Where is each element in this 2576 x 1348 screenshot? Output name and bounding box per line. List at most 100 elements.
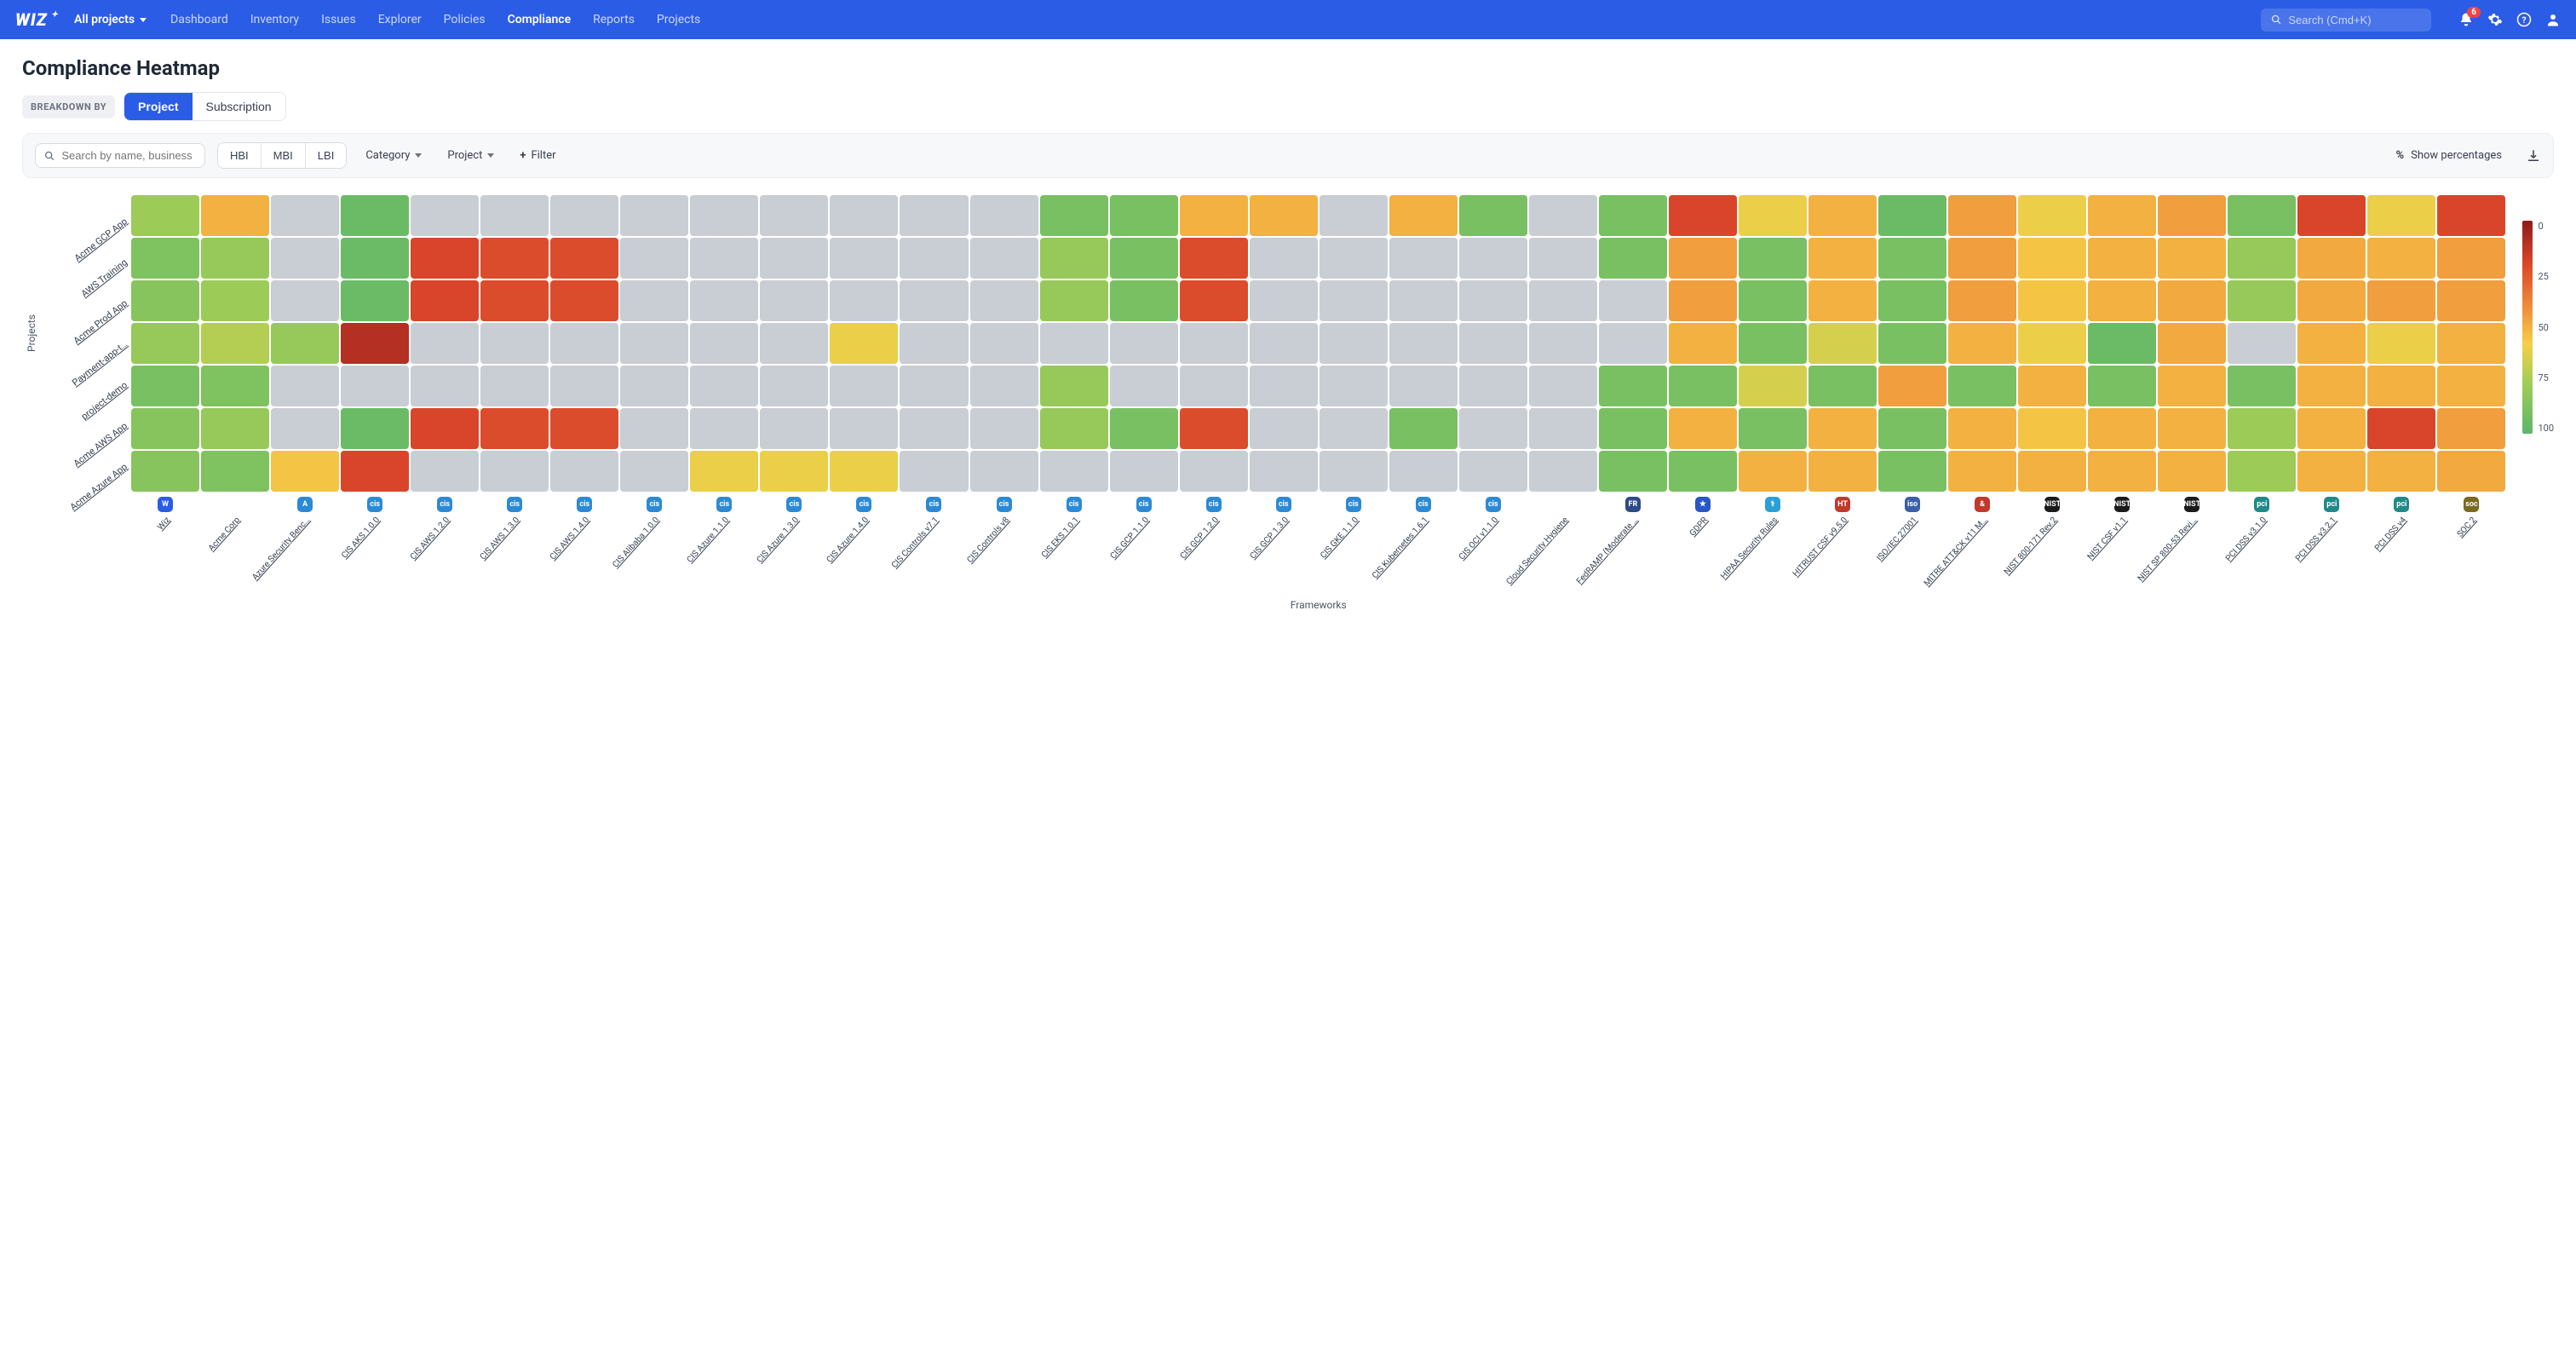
heatmap-cell[interactable] <box>2367 195 2435 236</box>
heatmap-cell[interactable] <box>201 366 269 406</box>
heatmap-cell[interactable] <box>900 366 968 406</box>
heatmap-cell[interactable] <box>480 280 549 321</box>
heatmap-cell[interactable] <box>2018 323 2086 364</box>
heatmap-cell[interactable] <box>2228 238 2296 279</box>
heatmap-cell[interactable] <box>480 408 549 449</box>
heatmap-cell[interactable] <box>1808 366 1877 406</box>
heatmap-cell[interactable] <box>1948 280 2016 321</box>
heatmap-cell[interactable] <box>1250 280 1318 321</box>
heatmap-cell[interactable] <box>760 451 828 492</box>
framework-column[interactable]: Acme Corp <box>201 492 269 514</box>
heatmap-cell[interactable] <box>1599 238 1667 279</box>
heatmap-cell[interactable] <box>830 451 898 492</box>
heatmap-cell[interactable] <box>690 238 758 279</box>
user-menu[interactable] <box>2545 12 2561 27</box>
heatmap-cell[interactable] <box>1040 451 1108 492</box>
framework-label[interactable]: Azure Security Benc… <box>250 516 312 582</box>
heatmap-cell[interactable] <box>1040 323 1108 364</box>
heatmap-cell[interactable] <box>2158 366 2226 406</box>
heatmap-cell[interactable] <box>830 323 898 364</box>
heatmap-cell[interactable] <box>1808 195 1877 236</box>
heatmap-cell[interactable] <box>131 323 199 364</box>
heatmap-cell[interactable] <box>411 238 479 279</box>
heatmap-cell[interactable] <box>760 366 828 406</box>
heatmap-cell[interactable] <box>1389 451 1458 492</box>
heatmap-cell[interactable] <box>271 408 339 449</box>
heatmap-cell[interactable] <box>2018 195 2086 236</box>
framework-column[interactable]: HTHITRUST CSF v9.5.0 <box>1808 492 1877 514</box>
heatmap-cell[interactable] <box>2018 280 2086 321</box>
framework-column[interactable]: cisCIS GCP 1.2.0 <box>1180 492 1248 514</box>
heatmap-cell[interactable] <box>1529 280 1597 321</box>
heatmap-cell[interactable] <box>1040 408 1108 449</box>
heatmap-cell[interactable] <box>2367 451 2435 492</box>
heatmap-cell[interactable] <box>1739 195 1807 236</box>
heatmap-cell[interactable] <box>760 323 828 364</box>
heatmap-cell[interactable] <box>1948 323 2016 364</box>
heatmap-cell[interactable] <box>1250 451 1318 492</box>
heatmap-cell[interactable] <box>1808 238 1877 279</box>
heatmap-cell[interactable] <box>2367 280 2435 321</box>
heatmap-cell[interactable] <box>900 195 968 236</box>
heatmap-search-input[interactable] <box>61 149 196 162</box>
heatmap-cell[interactable] <box>1459 366 1527 406</box>
heatmap-cell[interactable] <box>690 408 758 449</box>
framework-column[interactable]: pciPCI DSS v3.2.1 <box>2297 492 2366 514</box>
nav-projects[interactable]: Projects <box>657 13 700 26</box>
framework-column[interactable]: WWiz <box>131 492 199 514</box>
heatmap-cell[interactable] <box>2437 366 2505 406</box>
heatmap-cell[interactable] <box>271 195 339 236</box>
framework-label[interactable]: CIS EKS 1.0.1 <box>1039 516 1080 560</box>
framework-label[interactable]: NIST 800-171 Rev.2 <box>2003 516 2059 577</box>
heatmap-cell[interactable] <box>1599 451 1667 492</box>
heatmap-cell[interactable] <box>1040 238 1108 279</box>
nav-compliance[interactable]: Compliance <box>508 13 572 26</box>
heatmap-cell[interactable] <box>1250 238 1318 279</box>
heatmap-cell[interactable] <box>620 323 688 364</box>
heatmap-cell[interactable] <box>620 195 688 236</box>
heatmap-cell[interactable] <box>760 408 828 449</box>
heatmap-cell[interactable] <box>970 408 1038 449</box>
heatmap-cell[interactable] <box>1599 366 1667 406</box>
heatmap-cell[interactable] <box>480 323 549 364</box>
heatmap-cell[interactable] <box>480 195 549 236</box>
heatmap-cell[interactable] <box>1599 280 1667 321</box>
heatmap-cell[interactable] <box>2437 451 2505 492</box>
heatmap-cell[interactable] <box>1669 280 1737 321</box>
heatmap-cell[interactable] <box>1808 451 1877 492</box>
framework-column[interactable]: cisCIS Controls v7.1 <box>900 492 968 514</box>
heatmap-cell[interactable] <box>970 280 1038 321</box>
heatmap-cell[interactable] <box>131 451 199 492</box>
framework-column[interactable]: ★GDPR <box>1669 492 1737 514</box>
heatmap-cell[interactable] <box>2018 451 2086 492</box>
heatmap-cell[interactable] <box>1110 195 1178 236</box>
heatmap-cell[interactable] <box>2367 238 2435 279</box>
heatmap-cell[interactable] <box>1878 451 1946 492</box>
heatmap-cell[interactable] <box>620 408 688 449</box>
heatmap-cell[interactable] <box>2088 451 2156 492</box>
framework-label[interactable]: GDPR <box>1688 516 1710 539</box>
heatmap-cell[interactable] <box>1739 366 1807 406</box>
heatmap-cell[interactable] <box>550 195 618 236</box>
heatmap-cell[interactable] <box>1320 323 1388 364</box>
framework-column[interactable]: pciPCI DSS v3.1.0 <box>2228 492 2296 514</box>
heatmap-cell[interactable] <box>1529 238 1597 279</box>
heatmap-cell[interactable] <box>1180 238 1248 279</box>
heatmap-cell[interactable] <box>1389 408 1458 449</box>
heatmap-cell[interactable] <box>550 323 618 364</box>
heatmap-cell[interactable] <box>201 238 269 279</box>
heatmap-cell[interactable] <box>1529 195 1597 236</box>
heatmap-cell[interactable] <box>2367 366 2435 406</box>
heatmap-cell[interactable] <box>690 195 758 236</box>
heatmap-cell[interactable] <box>620 366 688 406</box>
heatmap-cell[interactable] <box>2437 408 2505 449</box>
heatmap-cell[interactable] <box>2158 195 2226 236</box>
framework-label[interactable]: SOC 2 <box>2456 516 2479 539</box>
heatmap-cell[interactable] <box>1808 408 1877 449</box>
heatmap-cell[interactable] <box>411 323 479 364</box>
framework-column[interactable]: &MITRE ATT&CK v11 M… <box>1948 492 2016 514</box>
heatmap-cell[interactable] <box>1180 366 1248 406</box>
framework-label[interactable]: CIS Alibaba 1.0.0 <box>612 516 662 570</box>
heatmap-cell[interactable] <box>1878 280 1946 321</box>
impact-lbi[interactable]: LBI <box>305 143 347 168</box>
